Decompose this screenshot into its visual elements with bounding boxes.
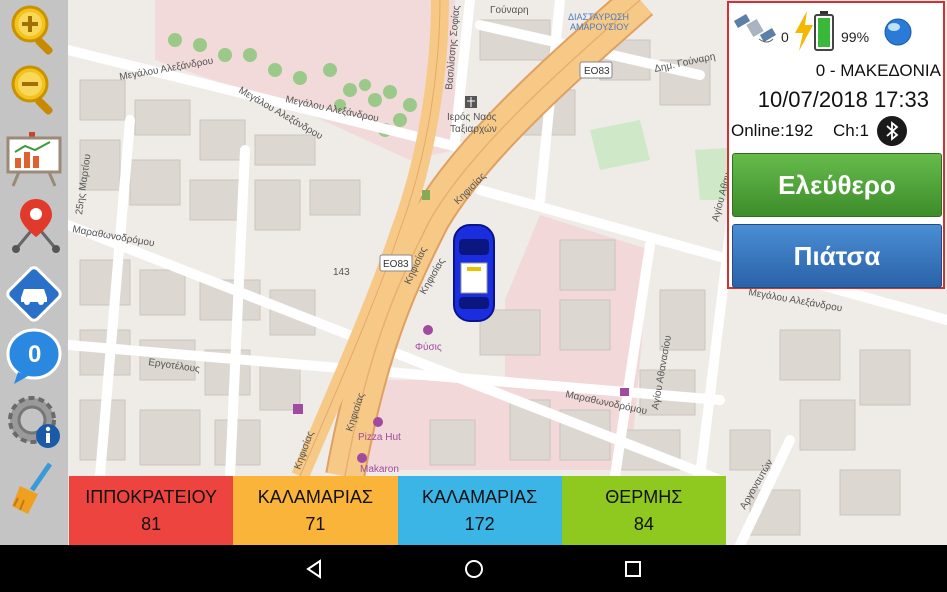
zone-name: ΙΠΠΟΚΡΑΤΕΙΟΥ (85, 486, 218, 507)
back-triangle-icon (306, 559, 321, 579)
church-icon (465, 96, 477, 108)
map-label-143: 143 (333, 267, 350, 278)
statistics-button[interactable] (4, 132, 64, 188)
vehicle-button[interactable] (4, 266, 64, 322)
satellite-icon (733, 14, 777, 43)
taxi-car-icon[interactable] (453, 224, 495, 322)
map-label-gounari: Γούναρη (490, 4, 529, 16)
messages-button[interactable]: 0 (4, 328, 64, 384)
android-nav-bar (0, 545, 947, 592)
zone-tile-2[interactable]: ΚΑΛΑΜΑΡΙΑΣ 71 (233, 476, 398, 545)
zone-name: ΚΑΛΑΜΑΡΙΑΣ (257, 486, 373, 507)
status-row: 0 99% (733, 9, 943, 53)
map-label-church-1: Ιερός Ναός (447, 111, 497, 123)
bluetooth-icon (886, 121, 899, 141)
map-label-fysis: Φύσις (415, 341, 442, 353)
free-status-button[interactable]: Ελεύθερο (732, 153, 942, 217)
restaurant-icon-2 (357, 453, 367, 463)
location-share-button[interactable] (4, 197, 64, 253)
region-label: 0 - ΜΑΚΕΔΟΝΙΑ (815, 61, 941, 80)
zone-count: 81 (141, 513, 162, 534)
zone-tile-1[interactable]: ΙΠΠΟΚΡΑΤΕΙΟΥ 81 (69, 476, 234, 545)
messages-count: 0 (28, 341, 42, 368)
zoom-out-icon (11, 65, 53, 115)
connection-status-icon (884, 18, 912, 46)
car-sign-icon (6, 266, 62, 322)
map-label-church-2: Ταξιαρχών (450, 123, 497, 135)
clear-button[interactable] (4, 460, 64, 516)
zone-name: ΚΑΛΑΜΑΡΙΑΣ (422, 486, 538, 507)
home-circle-icon (465, 560, 483, 578)
home-button[interactable] (460, 555, 488, 583)
shopping-cart-icon (620, 388, 629, 396)
datetime-label: 10/07/2018 17:33 (757, 87, 929, 112)
zone-count: 172 (464, 513, 495, 534)
broom-icon (12, 462, 53, 514)
location-pin-icon (12, 199, 60, 253)
map-label-diastavrosi: ΔΙΑΣΤΑΥΡΩΣΗ (568, 12, 629, 22)
left-toolbar: 0 (0, 0, 68, 545)
map-label-amarousiou: ΑΜΑΡΟΥΣΙΟΥ (570, 22, 629, 32)
zoom-in-icon (11, 5, 53, 55)
back-button[interactable] (300, 555, 328, 583)
satellite-count: 0 (781, 29, 789, 45)
zoom-in-button[interactable] (4, 2, 64, 58)
zoom-out-button[interactable] (4, 62, 64, 118)
chart-board-icon (6, 132, 62, 187)
zone-name: ΘΕΡΜΗΣ (605, 486, 683, 507)
zone-tile-3[interactable]: ΚΑΛΑΜΑΡΙΑΣ 172 (397, 476, 562, 545)
gear-info-icon (8, 396, 60, 448)
recents-button[interactable] (619, 555, 647, 583)
battery-icon (814, 11, 834, 51)
taxi-stand-button[interactable]: Πιάτσα (732, 224, 942, 288)
cafe-icon (423, 325, 433, 335)
zones-bar: ΙΠΠΟΚΡΑΤΕΙΟΥ 81 ΚΑΛΑΜΑΡΙΑΣ 71 ΚΑΛΑΜΑΡΙΑΣ… (69, 476, 726, 545)
fuel-icon (422, 190, 430, 200)
online-count: Online:192 (731, 121, 814, 140)
shop-icon (293, 404, 303, 414)
settings-info-button[interactable] (4, 394, 64, 450)
channel-label: Ch:1 (833, 121, 869, 140)
zone-count: 71 (305, 513, 326, 534)
map-label-eo83-mid: ΕΟ83 (383, 259, 409, 270)
restaurant-icon (373, 417, 383, 427)
map-label-eo83-top: ΕΟ83 (584, 66, 610, 77)
lightning-icon (795, 11, 813, 51)
screen: Γούναρη Βασιλίσσης Σοφίας ΔΙΑΣΤΑΥΡΩΣΗ ΑΜ… (0, 0, 947, 592)
map-label-pizza-hut: Pizza Hut (358, 432, 401, 443)
bluetooth-button[interactable] (877, 116, 907, 146)
status-panel: 0 99% 0 - ΜΑΚΕΔΟΝΙΑ 10/07/2018 17:33 Onl… (727, 1, 945, 289)
recents-square-icon (625, 561, 641, 577)
map-label-makaron: Makaron (360, 464, 399, 475)
zone-count: 84 (633, 513, 654, 534)
zone-tile-4[interactable]: ΘΕΡΜΗΣ 84 (561, 476, 726, 545)
battery-percent: 99% (841, 29, 870, 45)
